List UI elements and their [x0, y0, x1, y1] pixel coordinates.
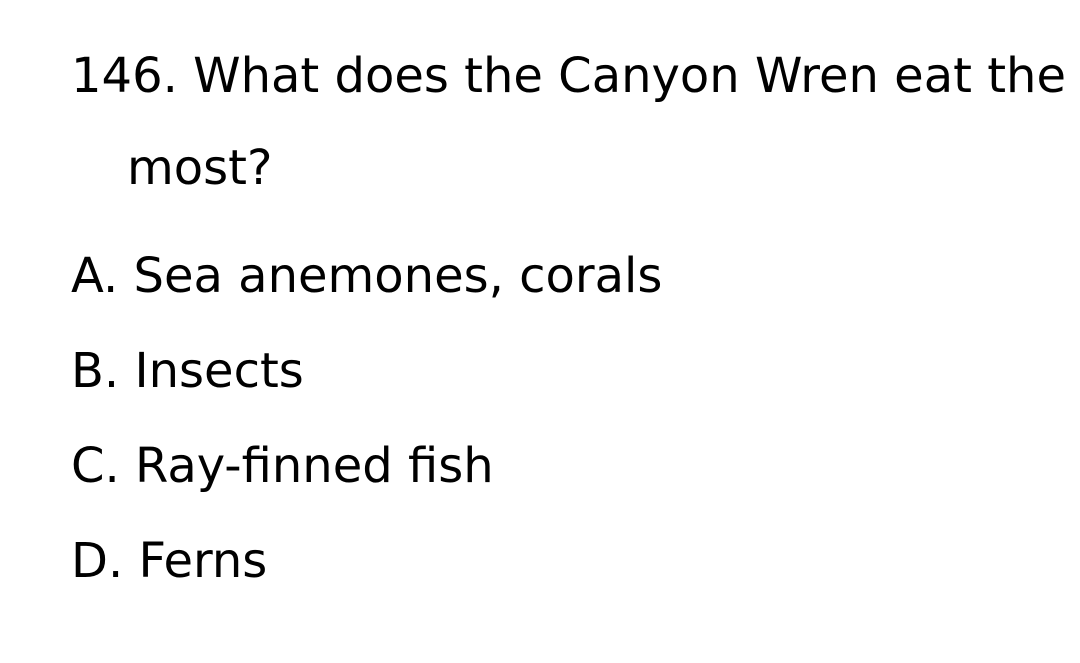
option-d: D. Ferns	[71, 533, 268, 589]
question-text: 146. What does the Canyon Wren eat the m…	[71, 48, 1066, 196]
option-a: A. Sea anemones, corals	[71, 248, 663, 304]
option-b: B. Insects	[71, 343, 304, 399]
option-c: C. Ray-finned fish	[71, 438, 494, 494]
answer-options: A. Sea anemones, corals B. Insects C. Ra…	[71, 229, 662, 609]
